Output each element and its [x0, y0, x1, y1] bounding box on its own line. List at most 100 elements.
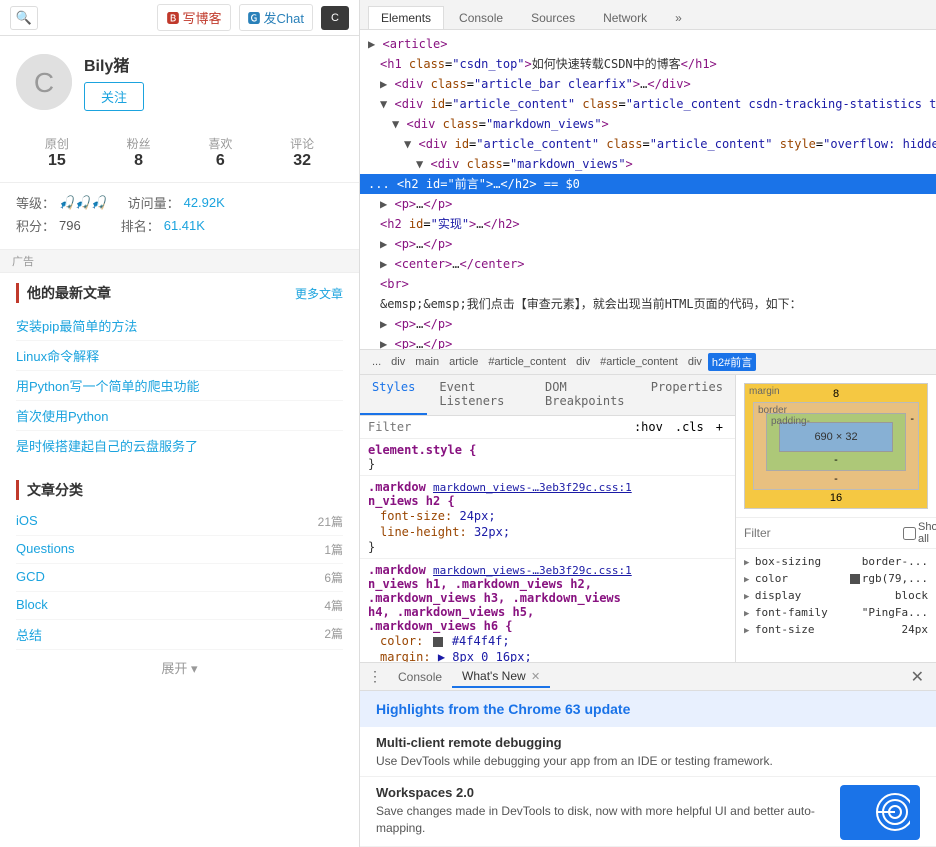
computed-item[interactable]: ▶ color rgb(79,... [744, 570, 928, 587]
add-style-button[interactable]: + [712, 419, 727, 435]
triangle-icon[interactable]: ▶ [380, 237, 387, 251]
tab-elements[interactable]: Elements [368, 6, 444, 29]
dom-line[interactable]: ▶ <p>…</p> [360, 334, 936, 350]
avatar: C [16, 54, 72, 110]
show-all-input[interactable] [903, 527, 916, 540]
css-block-markdown-h1-h6: .markdow markdown_views-…3eb3f29c.css:1 … [360, 559, 735, 662]
dom-line[interactable]: ▼ <div id="article_content" class="artic… [360, 94, 936, 114]
tab-dom-breakpoints[interactable]: DOM Breakpoints [533, 375, 639, 415]
breadcrumb-item[interactable]: #article_content [596, 355, 682, 369]
articles-section: 他的最新文章 更多文章 安装pip最简单的方法 Linux命令解释 用Pytho… [0, 273, 359, 470]
styles-filter-input[interactable] [368, 420, 626, 434]
breadcrumb-item[interactable]: #article_content [484, 355, 570, 369]
bottom-tab-bar: ⋮ Console What's New ✕ ✕ [360, 663, 936, 691]
list-item: GCD 6篇 [16, 564, 343, 592]
dom-line[interactable]: <h2 id="实现">…</h2> [360, 214, 936, 234]
list-item[interactable]: 是时候搭建起自己的云盘服务了 [16, 431, 343, 460]
dom-line[interactable]: ▼ <div class="markdown_views"> [360, 114, 936, 134]
breadcrumb: ... div main article #article_content di… [360, 350, 936, 375]
news-item: Workspaces 2.0 Save changes made in DevT… [360, 777, 936, 847]
info-section: 等级： 🎣🎣🎣 访问量： 42.92K 积分： 796 排名： 61.41K [0, 183, 359, 250]
triangle-icon[interactable]: ▼ [404, 137, 411, 151]
tab-console[interactable]: Console [446, 6, 516, 29]
dom-line[interactable]: <br> [360, 274, 936, 294]
list-item[interactable]: Linux命令解释 [16, 341, 343, 371]
write-blog-button[interactable]: 🅱 写博客 [157, 4, 230, 31]
cls-filter-button[interactable]: .cls [671, 419, 708, 435]
triangle-icon[interactable]: ▼ [380, 97, 387, 111]
dom-line[interactable]: ▼ <div class="markdown_views"> [360, 154, 936, 174]
breadcrumb-item[interactable]: ... [368, 355, 385, 369]
expand-button[interactable]: 展开 ▾ [16, 650, 343, 685]
dom-line[interactable]: ▶ <p>…</p> [360, 314, 936, 334]
tab-event-listeners[interactable]: Event Listeners [427, 375, 533, 415]
dom-line[interactable]: ▶ <p>…</p> [360, 234, 936, 254]
computed-filter-input[interactable] [744, 526, 899, 540]
news-thumbnail [840, 785, 920, 840]
more-articles-link[interactable]: 更多文章 [295, 285, 343, 302]
styles-left-panel: Styles Event Listeners DOM Breakpoints P… [360, 375, 736, 662]
categories-section: 文章分类 iOS 21篇 Questions 1篇 GCD 6篇 Block 4… [0, 470, 359, 695]
list-item[interactable]: 安装pip最简单的方法 [16, 311, 343, 341]
dom-line[interactable]: ▶ <p>…</p> [360, 194, 936, 214]
computed-item[interactable]: ▶ font-size 24px [744, 621, 928, 638]
breadcrumb-item[interactable]: article [445, 355, 482, 369]
triangle-icon[interactable]: ▶ [368, 37, 375, 51]
box-size: 690 × 32 [814, 431, 857, 443]
padding-bottom: - [779, 454, 893, 466]
dom-line[interactable]: ▼ <div id="article_content" class="artic… [360, 134, 936, 154]
dom-line[interactable]: &emsp;&emsp;我们点击【审查元素】，就会出现当前HTML页面的代码，如… [360, 294, 936, 314]
dom-line[interactable]: ▶ <article> [360, 34, 936, 54]
breadcrumb-item[interactable]: div [387, 355, 409, 369]
dom-line[interactable]: ▶ <div class="article_bar clearfix">…</d… [360, 74, 936, 94]
triangle-icon[interactable]: ▼ [416, 157, 423, 171]
breadcrumb-item[interactable]: div [684, 355, 706, 369]
breadcrumb-item-active[interactable]: h2#前言 [708, 353, 756, 371]
show-all-checkbox[interactable]: Show all [903, 521, 936, 545]
top-bar: 🔍 🅱 写博客 🅶 发Chat C [0, 0, 359, 36]
box-model: margin 8 border - padding- 690 × 32 [736, 375, 936, 517]
breadcrumb-item[interactable]: div [572, 355, 594, 369]
svg-text:C: C [34, 67, 54, 98]
triangle-icon[interactable]: ▶ [380, 317, 387, 331]
computed-item[interactable]: ▶ font-family "PingFa... [744, 604, 928, 621]
css-block-element-style: element.style { } [360, 439, 735, 476]
profile-name: Bily猪 [84, 52, 144, 76]
dom-line[interactable]: ▶ <center>…</center> [360, 254, 936, 274]
tab-styles[interactable]: Styles [360, 375, 427, 415]
css-source-link[interactable]: markdown_views-…3eb3f29c.css:1 [433, 564, 632, 577]
list-item[interactable]: 用Python写一个简单的爬虫功能 [16, 371, 343, 401]
breadcrumb-item[interactable]: main [411, 355, 443, 369]
hov-filter-button[interactable]: :hov [630, 419, 667, 435]
drawer-icon[interactable]: ⋮ [368, 668, 382, 685]
tab-whats-new[interactable]: What's New ✕ [452, 666, 550, 688]
dom-line-selected[interactable]: ... <h2 id="前言">…</h2> == $0 [360, 174, 936, 194]
list-item: iOS 21篇 [16, 508, 343, 536]
extra-icon[interactable]: C [321, 6, 349, 30]
dom-line[interactable]: <h1 class="csdn_top">如何快速转载CSDN中的博客</h1> [360, 54, 936, 74]
computed-item[interactable]: ▶ display block [744, 587, 928, 604]
write-icon: 🅱 [166, 8, 179, 27]
close-whats-new-button[interactable]: ✕ [531, 671, 540, 683]
search-icon[interactable]: 🔍 [10, 6, 38, 30]
tab-network[interactable]: Network [590, 6, 660, 29]
article-list: 安装pip最简单的方法 Linux命令解释 用Python写一个简单的爬虫功能 … [16, 311, 343, 460]
close-bottom-panel-button[interactable]: ✕ [907, 667, 928, 687]
list-item[interactable]: 首次使用Python [16, 401, 343, 431]
tab-more[interactable]: » [662, 6, 695, 29]
triangle-icon[interactable]: ▶ [380, 197, 387, 211]
follow-button[interactable]: 关注 [84, 82, 144, 111]
margin-bottom-value: 16 [753, 492, 919, 504]
css-source-link[interactable]: markdown_views-…3eb3f29c.css:1 [433, 481, 632, 494]
tab-console-bottom[interactable]: Console [388, 667, 452, 687]
tab-sources[interactable]: Sources [518, 6, 588, 29]
computed-filter-bar: Show all [736, 517, 936, 549]
tab-properties[interactable]: Properties [639, 375, 735, 415]
triangle-icon[interactable]: ▼ [392, 117, 399, 131]
triangle-icon[interactable]: ▶ [380, 257, 387, 271]
send-chat-button[interactable]: 🅶 发Chat [239, 4, 313, 31]
triangle-icon[interactable]: ▶ [380, 337, 387, 350]
list-item: Block 4篇 [16, 592, 343, 620]
triangle-icon[interactable]: ▶ [380, 77, 387, 91]
computed-item[interactable]: ▶ box-sizing border-... [744, 553, 928, 570]
